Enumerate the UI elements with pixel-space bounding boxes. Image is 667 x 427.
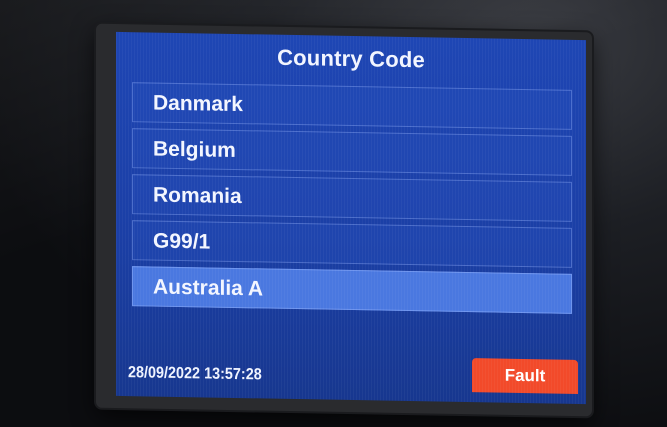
- list-item-label: Australia A: [153, 275, 264, 301]
- photo-scene: Country Code Danmark Belgium Romania G99…: [0, 0, 667, 427]
- list-item-label: G99/1: [153, 229, 211, 254]
- list-item-romania[interactable]: Romania: [132, 174, 572, 222]
- list-item-label: Danmark: [153, 91, 243, 117]
- list-item-label: Belgium: [153, 137, 236, 162]
- screen-title: Country Code: [277, 44, 425, 73]
- list-item-label: Romania: [153, 183, 242, 209]
- list-item-danmark[interactable]: Danmark: [132, 82, 572, 130]
- datetime-readout: 28/09/2022 13:57:28: [128, 364, 262, 384]
- list-item-belgium[interactable]: Belgium: [132, 128, 572, 176]
- fault-button[interactable]: Fault: [472, 358, 578, 394]
- list-item-australia-a-selected[interactable]: Australia A: [132, 266, 572, 314]
- list-item-g99-1[interactable]: G99/1: [132, 220, 572, 268]
- lcd-screen: Country Code Danmark Belgium Romania G99…: [116, 31, 586, 405]
- country-code-list: Danmark Belgium Romania G99/1 Australia …: [132, 82, 572, 320]
